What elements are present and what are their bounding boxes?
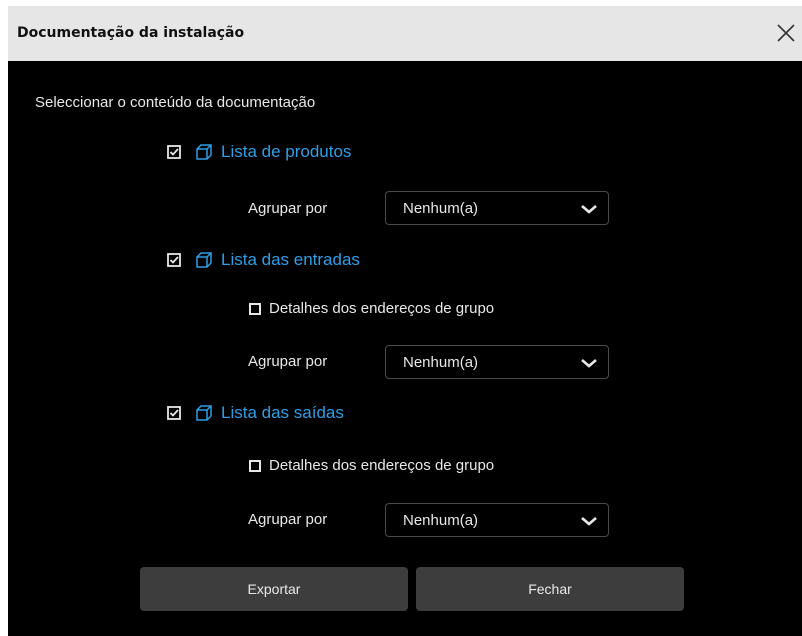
checked-checkbox-icon[interactable] bbox=[167, 253, 181, 267]
close-button[interactable] bbox=[774, 18, 802, 48]
products-list-label: Lista de produtos bbox=[221, 142, 352, 161]
group-details-label: Detalhes dos endereços de grupo bbox=[269, 300, 495, 317]
chevron-down-icon bbox=[581, 359, 597, 368]
group-by-label: Agrupar por bbox=[248, 353, 328, 370]
cube-icon bbox=[196, 405, 212, 421]
select-value: Nenhum(a) bbox=[403, 512, 479, 529]
title-bar: Documentação da instalação bbox=[8, 6, 802, 61]
products-group-by-select[interactable]: Nenhum(a) bbox=[385, 191, 609, 225]
group-by-label: Agrupar por bbox=[248, 200, 328, 217]
section-heading: Seleccionar o conteúdo da documentação bbox=[35, 94, 316, 111]
chevron-down-icon bbox=[581, 205, 597, 214]
dialog-title: Documentação da instalação bbox=[17, 25, 245, 41]
outputs-list-label: Lista das saídas bbox=[221, 403, 344, 422]
outputs-list-checkbox-row[interactable]: Lista das saídas bbox=[167, 403, 344, 423]
close-icon bbox=[777, 24, 795, 42]
checked-checkbox-icon[interactable] bbox=[167, 406, 181, 420]
select-value: Nenhum(a) bbox=[403, 354, 479, 371]
products-list-checkbox-row[interactable]: Lista de produtos bbox=[167, 142, 351, 162]
select-value: Nenhum(a) bbox=[403, 200, 479, 217]
documentation-dialog: Documentação da instalação Seleccionar o… bbox=[8, 6, 802, 636]
group-details-label: Detalhes dos endereços de grupo bbox=[269, 457, 495, 474]
inputs-group-by-select[interactable]: Nenhum(a) bbox=[385, 345, 609, 379]
unchecked-checkbox-icon[interactable] bbox=[249, 302, 261, 315]
inputs-list-label: Lista das entradas bbox=[221, 250, 360, 269]
cube-icon bbox=[196, 252, 212, 268]
inputs-group-details-checkbox-row[interactable]: Detalhes dos endereços de grupo bbox=[249, 300, 494, 317]
checked-checkbox-icon[interactable] bbox=[167, 145, 181, 159]
outputs-group-details-checkbox-row[interactable]: Detalhes dos endereços de grupo bbox=[249, 457, 494, 474]
chevron-down-icon bbox=[581, 517, 597, 526]
close-dialog-button[interactable]: Fechar bbox=[416, 567, 684, 611]
export-button[interactable]: Exportar bbox=[140, 567, 408, 611]
outputs-group-by-select[interactable]: Nenhum(a) bbox=[385, 503, 609, 537]
unchecked-checkbox-icon[interactable] bbox=[249, 459, 261, 472]
group-by-label: Agrupar por bbox=[248, 511, 328, 528]
inputs-list-checkbox-row[interactable]: Lista das entradas bbox=[167, 250, 360, 270]
cube-icon bbox=[196, 144, 212, 160]
